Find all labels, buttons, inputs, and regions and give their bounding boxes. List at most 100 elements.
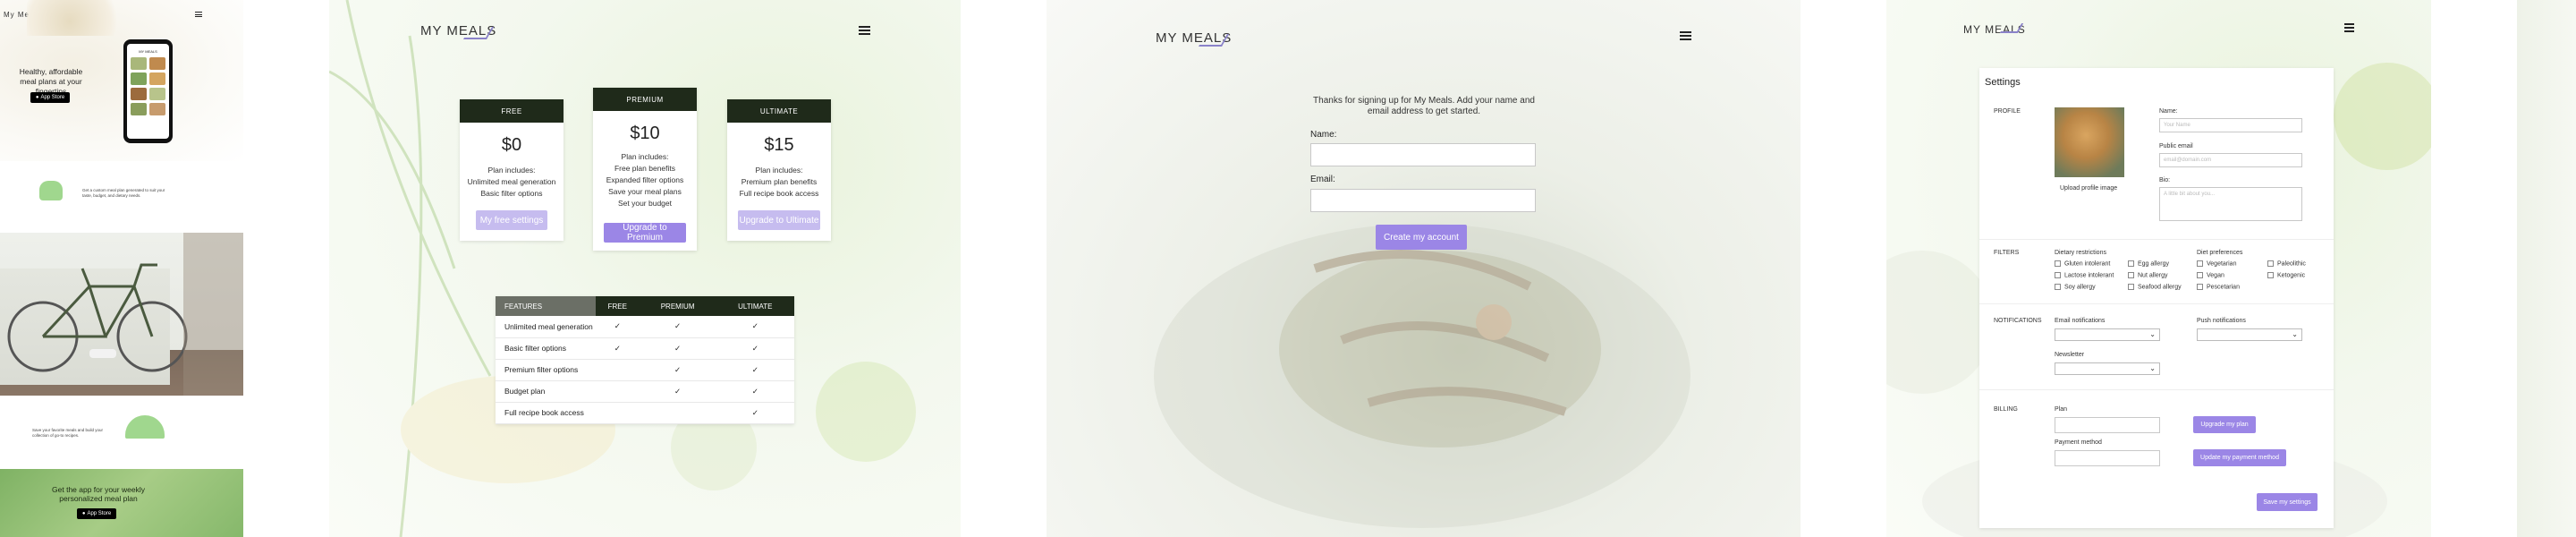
option-label: Lactose intolerant	[2064, 272, 2114, 279]
plan-features: Plan includes: Premium plan benefits Ful…	[727, 165, 831, 200]
plan-card-ultimate: ULTIMATE $15 Plan includes: Premium plan…	[727, 99, 831, 241]
create-account-button[interactable]: Create my account	[1376, 225, 1467, 250]
checkbox-icon	[2267, 272, 2274, 278]
option-label: Vegan	[2207, 272, 2224, 279]
option-label: Seafood allergy	[2138, 284, 2182, 291]
divider	[1979, 389, 2334, 390]
plan-price: $10	[630, 124, 660, 143]
dietary-option[interactable]: Seafood allergy	[2128, 284, 2182, 290]
menu-icon[interactable]	[195, 12, 202, 17]
check-cell: ✓	[716, 402, 794, 424]
newsletter-label: Newsletter	[2055, 352, 2085, 358]
diet-option[interactable]: Vegetarian	[2197, 260, 2236, 267]
upload-profile-image-link[interactable]: Upload profile image	[2060, 185, 2117, 192]
check-cell: ✓	[639, 380, 716, 403]
bicycle-icon	[7, 233, 243, 396]
cta-section: Get the app for your weekly personalized…	[0, 469, 243, 537]
checkbox-icon	[2055, 272, 2061, 278]
table-row: Full recipe book access ✓	[496, 402, 794, 424]
logo[interactable]: MY MEALS	[1156, 30, 1232, 47]
signup-intro-text: Thanks for signing up for My Meals. Add …	[1313, 96, 1535, 116]
settings-panel: Settings PROFILE Upload profile image Na…	[1979, 68, 2334, 528]
cta-app-store-button[interactable]: ● App Store	[77, 508, 116, 519]
menu-icon[interactable]	[859, 26, 870, 35]
public-email-input[interactable]: email@domain.com	[2159, 153, 2302, 167]
name-input[interactable]	[1310, 143, 1536, 166]
payment-method-input[interactable]	[2055, 450, 2160, 466]
plan-name: FREE	[460, 99, 564, 123]
update-payment-button[interactable]: Update my payment method	[2193, 449, 2286, 466]
background-salad-image	[1154, 224, 1690, 528]
plan-feature: Basic filter options	[480, 189, 543, 198]
plan-price: $15	[764, 135, 794, 155]
diet-option[interactable]: Pescetarian	[2197, 284, 2240, 290]
payment-method-label: Payment method	[2055, 439, 2102, 446]
diet-option[interactable]: Vegan	[2197, 272, 2224, 278]
email-notifications-select[interactable]: ⌄	[2055, 328, 2160, 341]
landing-screen: My Meals Healthy, affordable meal plans …	[0, 0, 243, 537]
upgrade-plan-button[interactable]: Upgrade my plan	[2193, 416, 2256, 433]
plan-input[interactable]	[2055, 417, 2160, 433]
logo[interactable]: MY MEALS	[1963, 21, 2026, 38]
checkbox-icon	[2197, 272, 2203, 278]
pricing-screen: MY MEALS FREE $0 Plan includes: Unlimite…	[329, 0, 961, 537]
my-free-settings-button[interactable]: My free settings	[476, 210, 547, 230]
chevron-down-icon: ⌄	[2149, 330, 2156, 338]
push-notifications-label: Push notifications	[2197, 318, 2246, 324]
option-label: Soy allergy	[2064, 284, 2096, 291]
diet-preferences-label: Diet preferences	[2197, 250, 2243, 256]
dietary-option[interactable]: Nut allergy	[2128, 272, 2167, 278]
chevron-down-icon: ⌄	[2292, 330, 2298, 338]
email-placeholder: email@domain.com	[2164, 158, 2212, 163]
dietary-option[interactable]: Egg allergy	[2128, 260, 2169, 267]
plan-card-premium: PREMIUM $10 Plan includes: Free plan ben…	[593, 88, 697, 251]
divider	[1979, 303, 2334, 304]
bio-textarea[interactable]: A little bit about you...	[2159, 187, 2302, 221]
diet-option[interactable]: Paleolithic	[2267, 260, 2306, 267]
column-header: PREMIUM	[639, 296, 716, 316]
cta-text: Get the app for your weekly personalized…	[52, 485, 145, 503]
checkbox-icon	[2128, 260, 2134, 267]
logo[interactable]: MY MEALS	[420, 23, 496, 39]
push-notifications-select[interactable]: ⌄	[2197, 328, 2302, 341]
name-input[interactable]: Your Name	[2159, 118, 2302, 132]
table-header-row: FEATURES FREE PREMIUM ULTIMATE	[496, 296, 794, 316]
newsletter-select[interactable]: ⌄	[2055, 362, 2160, 375]
plan-features: Plan includes: Unlimited meal generation…	[460, 165, 564, 200]
notifications-section-label: NOTIFICATIONS	[1994, 318, 2042, 324]
dietary-restrictions-label: Dietary restrictions	[2055, 250, 2106, 256]
phone-meal-grid	[127, 54, 169, 119]
plan-feature: Plan includes:	[755, 166, 803, 175]
menu-icon[interactable]	[1680, 31, 1691, 40]
name-placeholder: Your Name	[2164, 123, 2190, 128]
checkbox-icon	[2197, 284, 2203, 290]
upgrade-ultimate-button[interactable]: Upgrade to Ultimate	[738, 210, 820, 230]
checkbox-icon	[2055, 260, 2061, 267]
dietary-option[interactable]: Lactose intolerant	[2055, 272, 2114, 278]
hero-food-image	[27, 0, 134, 36]
check-cell	[596, 402, 640, 424]
menu-icon[interactable]	[2344, 23, 2354, 32]
dietary-option[interactable]: Soy allergy	[2055, 284, 2096, 290]
save-settings-button[interactable]: Save my settings	[2257, 493, 2318, 511]
public-email-label: Public email	[2159, 143, 2193, 149]
email-label: Email:	[1310, 175, 1335, 184]
plan-feature: Save your meal plans	[608, 187, 682, 196]
check-cell: ✓	[639, 359, 716, 381]
check-cell	[596, 359, 640, 381]
diet-option[interactable]: Ketogenic	[2267, 272, 2305, 278]
app-store-button[interactable]: ● App Store	[30, 92, 70, 103]
feature-section-1: Get a custom meal plan generated to suit…	[0, 161, 243, 233]
check-cell: ✓	[716, 359, 794, 381]
check-cell: ✓	[596, 337, 640, 360]
plan-card-free: FREE $0 Plan includes: Unlimited meal ge…	[460, 99, 564, 241]
dietary-option[interactable]: Gluten intolerant	[2055, 260, 2110, 267]
chevron-down-icon: ⌄	[2149, 364, 2156, 372]
upgrade-premium-button[interactable]: Upgrade to Premium	[604, 223, 686, 243]
name-label: Name:	[1310, 130, 1337, 140]
email-input[interactable]	[1310, 189, 1536, 212]
apple-icon: ●	[81, 511, 86, 516]
bio-placeholder: A little bit about you...	[2164, 192, 2216, 197]
column-header: ULTIMATE	[716, 296, 794, 316]
profile-image[interactable]	[2055, 107, 2124, 177]
